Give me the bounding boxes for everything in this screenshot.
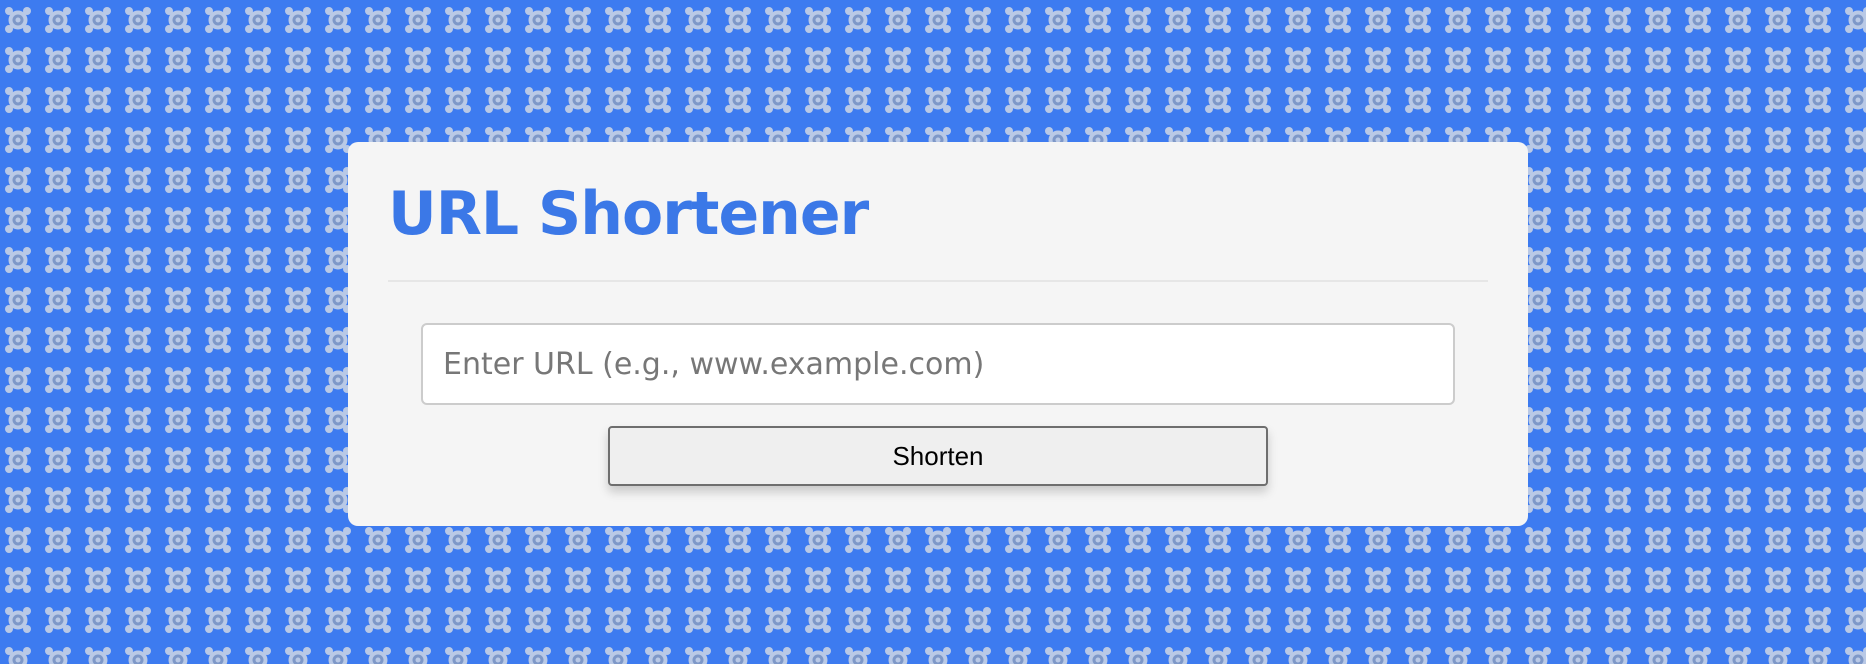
url-shortener-card: URL Shortener Shorten [348, 142, 1528, 526]
shorten-button[interactable]: Shorten [608, 426, 1268, 486]
title-divider [388, 280, 1488, 282]
page-title: URL Shortener [388, 179, 869, 249]
url-input[interactable] [421, 323, 1455, 405]
